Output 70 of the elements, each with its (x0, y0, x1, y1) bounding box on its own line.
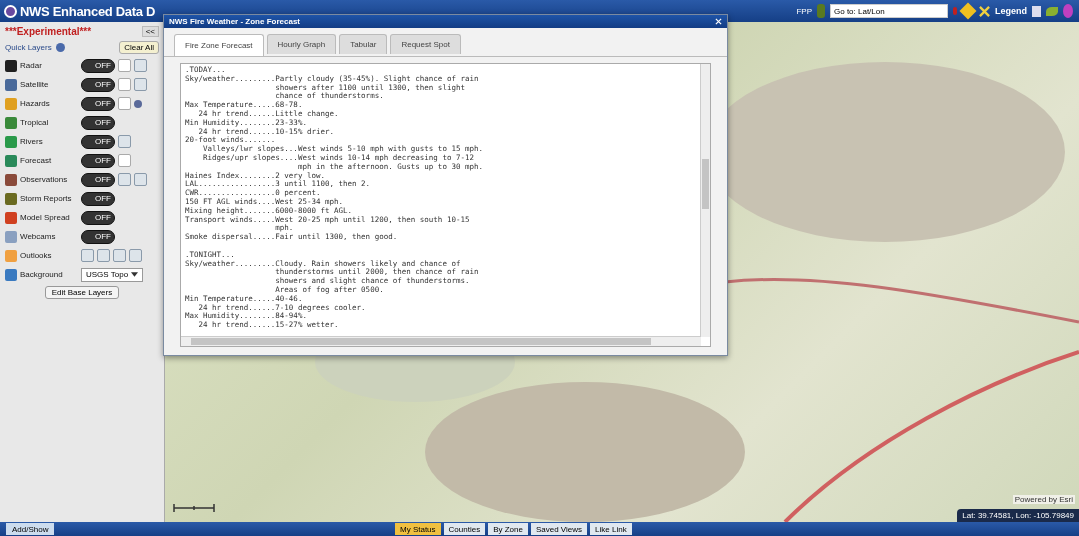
layer-name: Outlooks (20, 251, 53, 260)
experimental-label: ***Experimental*** (5, 26, 93, 37)
layer-name: Storm Reports (20, 194, 73, 203)
toggle-switch[interactable]: OFF (81, 58, 115, 73)
option-icon[interactable] (134, 59, 147, 72)
vertical-scrollbar[interactable] (700, 64, 710, 337)
warning-sign-icon[interactable] (959, 2, 977, 20)
app-title: NWS Enhanced Data D (20, 3, 156, 19)
toggle-switch[interactable]: OFF (81, 134, 115, 149)
toggle-switch[interactable]: OFF (81, 115, 115, 130)
option-icon[interactable] (118, 97, 131, 110)
option-icon[interactable] (118, 173, 131, 186)
bottom-bar-button[interactable]: My Status (395, 523, 441, 535)
toggle-switch[interactable]: OFF (81, 191, 115, 206)
add-show-button[interactable]: Add/Show (6, 523, 55, 535)
toggle-switch[interactable]: OFF (81, 210, 115, 225)
background-dropdown[interactable]: USGS Topo (81, 267, 144, 282)
bottom-bar-button[interactable]: By Zone (488, 523, 528, 535)
page-icon[interactable] (1032, 5, 1041, 17)
option-icon[interactable] (129, 249, 142, 262)
option-icon[interactable] (118, 59, 131, 72)
horizontal-scrollbar[interactable] (181, 336, 701, 346)
option-icon[interactable] (134, 99, 142, 108)
legend-button[interactable]: Legend (995, 6, 1027, 16)
leaf-icon[interactable] (1046, 6, 1058, 16)
toggle-switch[interactable]: OFF (81, 229, 115, 244)
option-icon[interactable] (113, 249, 126, 262)
toggle-switch[interactable]: OFF (81, 172, 115, 187)
close-icon[interactable] (715, 18, 722, 25)
option-icon[interactable] (118, 154, 131, 167)
tab[interactable]: Request Spot (390, 34, 461, 54)
tool-button[interactable]: FPP (796, 6, 812, 16)
layer-icon (5, 268, 17, 281)
edit-layers-button[interactable]: Edit Base Layers (44, 286, 120, 299)
layer-name: Background (20, 270, 64, 279)
layer-name: Webcams (20, 232, 57, 241)
toggle-switch[interactable]: OFF (81, 153, 115, 168)
option-icon[interactable] (97, 249, 110, 262)
bottom-bar-button[interactable]: Counties (443, 523, 486, 535)
quick-layers-label: Quick Layers (5, 43, 52, 52)
coordinates-readout: Lat: 39.74581, Lon: -105.79849 (957, 509, 1079, 522)
attribution-text: Powered by Esri (1012, 495, 1075, 504)
layer-name: Tropical (20, 118, 50, 127)
option-icon[interactable] (81, 249, 94, 262)
option-icon[interactable] (118, 78, 131, 91)
collapse-button[interactable]: << (141, 26, 159, 37)
toggle-switch[interactable]: OFF (81, 96, 115, 111)
scale-bar-icon (173, 502, 215, 514)
option-icon[interactable] (134, 173, 147, 186)
layer-name: Forecast (20, 156, 53, 165)
search-field[interactable]: Go to: Lat/Lon (830, 4, 948, 18)
option-icon[interactable] (118, 135, 131, 148)
layer-name: Rivers (20, 137, 44, 146)
clear-all-button[interactable]: Clear All (119, 41, 159, 54)
tab[interactable]: Fire Zone Forecast (174, 34, 264, 56)
caret-icon (131, 272, 139, 277)
layer-name: Hazards (20, 99, 51, 108)
layer-name: Model Spread (20, 213, 71, 222)
bottom-bar-button[interactable]: Like Link (590, 523, 632, 535)
tab[interactable]: Tabular (339, 34, 388, 54)
tab[interactable]: Hourly Graph (266, 34, 337, 54)
layer-name: Satellite (20, 80, 50, 89)
bottom-bar-button[interactable]: Saved Views (530, 523, 588, 535)
layer-name: Observations (20, 175, 69, 184)
circle-icon[interactable] (1063, 4, 1073, 18)
toggle-switch[interactable]: OFF (81, 77, 115, 92)
layer-name: Radar (20, 61, 43, 70)
tools-icon[interactable] (979, 5, 990, 17)
info-icon[interactable] (55, 43, 65, 52)
option-icon[interactable] (134, 78, 147, 91)
